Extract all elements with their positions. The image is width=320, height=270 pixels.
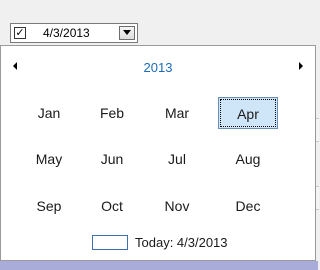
date-picker-value[interactable]: 4/3/2013 <box>43 26 90 40</box>
background-strip <box>0 261 318 270</box>
month-cell-mar[interactable]: Mar <box>147 97 207 129</box>
triangle-right-icon <box>299 62 303 70</box>
calendar-year-title[interactable]: 2013 <box>1 60 315 75</box>
month-cell-feb[interactable]: Feb <box>82 97 142 129</box>
month-cell-apr[interactable]: Apr <box>218 97 278 129</box>
month-cell-sep[interactable]: Sep <box>19 190 79 222</box>
chevron-down-icon <box>123 30 131 35</box>
month-cell-oct[interactable]: Oct <box>82 190 142 222</box>
month-cell-jul[interactable]: Jul <box>147 143 207 175</box>
next-year-button[interactable] <box>293 59 307 73</box>
month-cell-dec[interactable]: Dec <box>218 190 278 222</box>
dropdown-button[interactable] <box>119 26 135 40</box>
month-cell-jan[interactable]: Jan <box>19 97 79 129</box>
today-indicator-icon <box>92 235 128 250</box>
month-cell-aug[interactable]: Aug <box>218 143 278 175</box>
month-calendar-popup: 2013 Jan Feb Mar Apr May Jun Jul Aug Sep Oct Nov De… <box>0 45 316 261</box>
month-cell-jun[interactable]: Jun <box>82 143 142 175</box>
month-cell-nov[interactable]: Nov <box>147 190 207 222</box>
month-cell-may[interactable]: May <box>19 143 79 175</box>
date-picker[interactable]: ✓ 4/3/2013 <box>10 23 138 43</box>
date-enabled-checkbox[interactable]: ✓ <box>14 27 26 39</box>
today-label[interactable]: Today: 4/3/2013 <box>135 235 228 250</box>
